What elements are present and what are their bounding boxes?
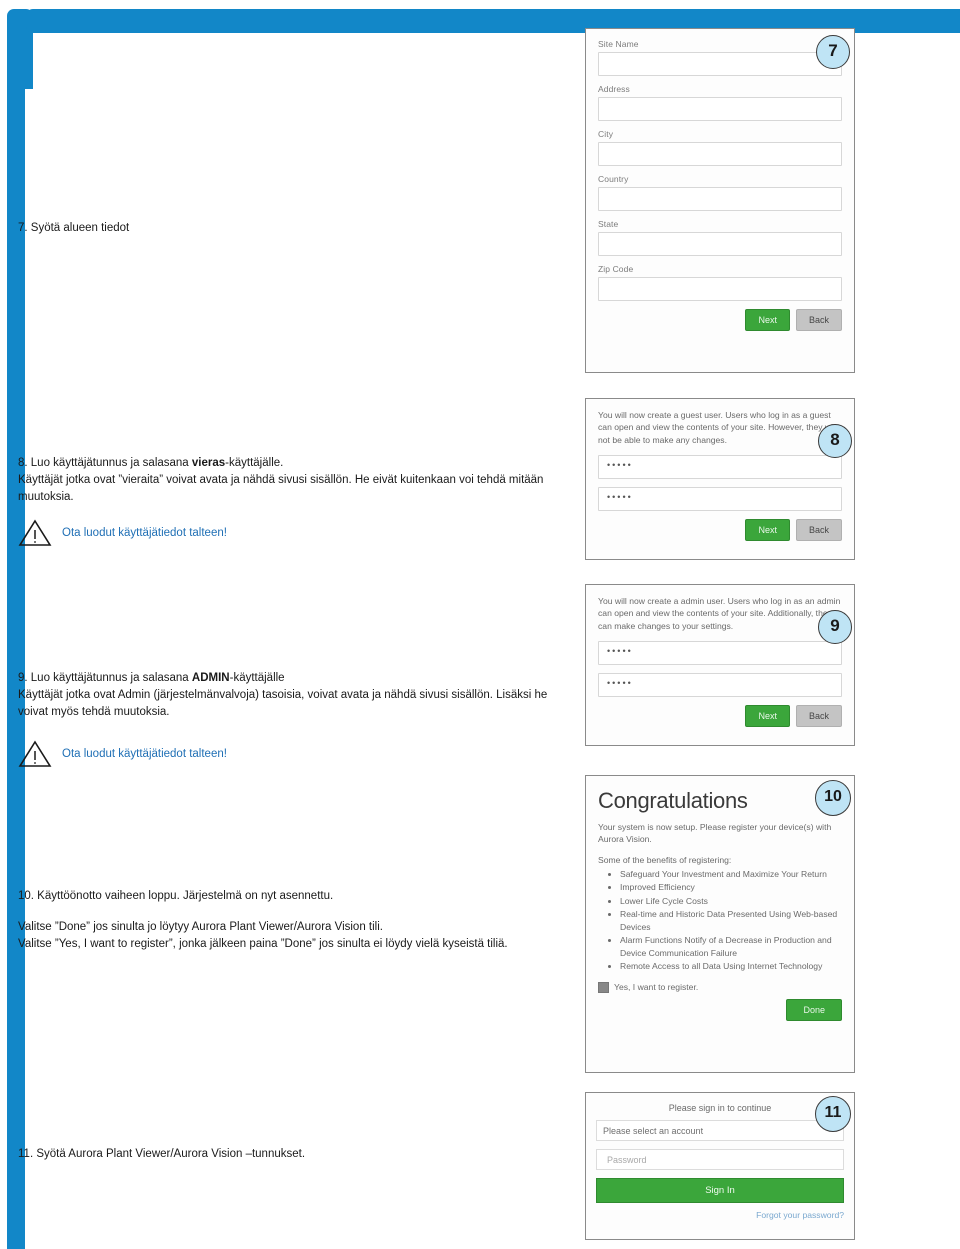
- step-9-text-block: 9. Luo käyttäjätunnus ja salasana ADMIN-…: [18, 670, 566, 768]
- callout-badge-9: 9: [818, 610, 852, 644]
- sign-in-body: Please sign in to continue Please select…: [586, 1093, 854, 1228]
- password-input[interactable]: Password: [596, 1149, 844, 1170]
- checkbox-icon[interactable]: [598, 981, 609, 993]
- step-9-heading: 9. Luo käyttäjätunnus ja salasana ADMIN-…: [18, 670, 566, 687]
- zip-code-label: Zip Code: [598, 264, 634, 274]
- step-9-note-row: Ota luodut käyttäjätiedot talteen!: [18, 740, 566, 768]
- benefits-intro: Some of the benefits of registering:: [598, 854, 732, 865]
- done-button[interactable]: Done: [786, 998, 842, 1021]
- guest-user-body: You will now create a guest user. Users …: [586, 399, 854, 551]
- site-name-input[interactable]: [598, 52, 842, 76]
- guest-user-description: You will now create a guest user. Users …: [598, 410, 837, 445]
- callout-badge-7: 7: [816, 35, 850, 69]
- guest-password-input[interactable]: •••••: [598, 487, 842, 512]
- country-label: Country: [598, 174, 629, 184]
- country-input[interactable]: [598, 187, 842, 211]
- site-name-label: Site Name: [598, 39, 639, 49]
- callout-badge-11: 11: [815, 1096, 851, 1132]
- warning-triangle-icon: [18, 519, 52, 547]
- step-9-heading-post: -käyttäjälle: [229, 672, 285, 684]
- callout-badge-10: 10: [815, 780, 851, 816]
- step-8-heading-post: -käyttäjälle.: [225, 457, 284, 469]
- benefits-list: Safeguard Your Investment and Maximize Y…: [610, 868, 842, 973]
- sign-in-title: Please sign in to continue: [668, 1103, 772, 1113]
- back-button[interactable]: Back: [795, 519, 842, 542]
- step-10-line-3: Valitse ”Yes, I want to register”, jonka…: [18, 937, 508, 950]
- guest-username-input[interactable]: •••••: [598, 455, 842, 480]
- list-item: Alarm Functions Notify of a Decrease in …: [620, 934, 842, 959]
- step-9-heading-pre: 9. Luo käyttäjätunnus ja salasana: [18, 672, 192, 684]
- city-label: City: [598, 129, 614, 139]
- field-address: Address: [598, 84, 842, 121]
- congratulations-title: Congratulations: [598, 788, 748, 813]
- congratulations-buttons: Done: [598, 998, 842, 1021]
- step-8-heading: 8. Luo käyttäjätunnus ja salasana vieras…: [18, 455, 566, 472]
- step-9-body: Käyttäjät jotka ovat Admin (järjestelmän…: [18, 688, 548, 718]
- city-input[interactable]: [598, 142, 842, 166]
- guest-user-panel: You will now create a guest user. Users …: [585, 398, 855, 560]
- field-country: Country: [598, 174, 842, 211]
- register-checkbox-label: Yes, I want to register.: [614, 982, 699, 993]
- congratulations-body: Congratulations Your system is now setup…: [586, 776, 854, 1031]
- list-item: Improved Efficiency: [620, 881, 842, 893]
- list-item: Remote Access to all Data Using Internet…: [620, 960, 842, 972]
- state-label: State: [598, 219, 619, 229]
- congratulations-description: Your system is now setup. Please registe…: [598, 822, 832, 845]
- admin-panel-buttons: Next Back: [598, 705, 842, 728]
- step-10-line-1: 10. Käyttöönotto vaiheen loppu. Järjeste…: [18, 890, 334, 902]
- zip-code-input[interactable]: [598, 277, 842, 301]
- forgot-password-link[interactable]: Forgot your password?: [596, 1210, 844, 1220]
- site-details-form-panel: Site Name Address City Country State Zip…: [585, 28, 855, 373]
- list-item: Real-time and Historic Data Presented Us…: [620, 908, 842, 933]
- list-item: Lower Life Cycle Costs: [620, 895, 842, 907]
- step-11-heading: 11. Syötä Aurora Plant Viewer/Aurora Vis…: [18, 1148, 306, 1160]
- sign-in-button[interactable]: Sign In: [596, 1178, 844, 1203]
- admin-user-panel: You will now create a admin user. Users …: [585, 584, 855, 746]
- step-10-text-block: 10. Käyttöönotto vaiheen loppu. Järjeste…: [18, 888, 566, 952]
- warning-triangle-icon: [18, 740, 52, 768]
- list-item: Safeguard Your Investment and Maximize Y…: [620, 868, 842, 880]
- guest-panel-buttons: Next Back: [598, 519, 842, 542]
- back-button[interactable]: Back: [795, 309, 842, 331]
- admin-user-description: You will now create a admin user. Users …: [598, 596, 841, 631]
- next-button[interactable]: Next: [745, 309, 790, 331]
- back-button[interactable]: Back: [795, 705, 842, 728]
- step-10-line-2: Valitse ”Done” jos sinulta jo löytyy Aur…: [18, 920, 383, 933]
- congratulations-panel: Congratulations Your system is now setup…: [585, 775, 855, 1073]
- address-input[interactable]: [598, 97, 842, 121]
- account-select[interactable]: Please select an account: [596, 1120, 844, 1141]
- site-form-buttons: Next Back: [598, 309, 842, 331]
- step-8-heading-pre: 8. Luo käyttäjätunnus ja salasana: [18, 457, 192, 469]
- step-8-note: Ota luodut käyttäjätiedot talteen!: [62, 527, 227, 540]
- step-11-text-block: 11. Syötä Aurora Plant Viewer/Aurora Vis…: [18, 1146, 566, 1163]
- field-city: City: [598, 129, 842, 166]
- field-state: State: [598, 219, 842, 256]
- next-button[interactable]: Next: [745, 705, 790, 728]
- register-checkbox-row[interactable]: Yes, I want to register.: [598, 981, 842, 993]
- address-label: Address: [598, 84, 630, 94]
- site-form-body: Site Name Address City Country State Zip…: [586, 29, 854, 341]
- step-8-heading-bold: vieras: [191, 457, 226, 469]
- state-input[interactable]: [598, 232, 842, 256]
- admin-username-input[interactable]: •••••: [598, 641, 842, 666]
- admin-password-input[interactable]: •••••: [598, 673, 842, 698]
- step-8-body: Käyttäjät jotka ovat ”vieraita” voivat a…: [18, 473, 544, 503]
- step-9-heading-bold: ADMIN: [191, 672, 230, 684]
- step-10-spacer: [18, 905, 566, 919]
- admin-user-body: You will now create a admin user. Users …: [586, 585, 854, 737]
- step-9-note: Ota luodut käyttäjätiedot talteen!: [62, 748, 227, 761]
- step-8-text-block: 8. Luo käyttäjätunnus ja salasana vieras…: [18, 455, 566, 547]
- callout-badge-8: 8: [818, 424, 852, 458]
- field-site-name: Site Name: [598, 39, 842, 76]
- step-7-heading: 7. Syötä alueen tiedot: [18, 222, 130, 234]
- accent-bar-vertical: [7, 60, 25, 1249]
- next-button[interactable]: Next: [745, 519, 790, 542]
- step-8-note-row: Ota luodut käyttäjätiedot talteen!: [18, 519, 566, 547]
- step-7-text-block: 7. Syötä alueen tiedot: [18, 220, 566, 237]
- field-zip-code: Zip Code: [598, 264, 842, 301]
